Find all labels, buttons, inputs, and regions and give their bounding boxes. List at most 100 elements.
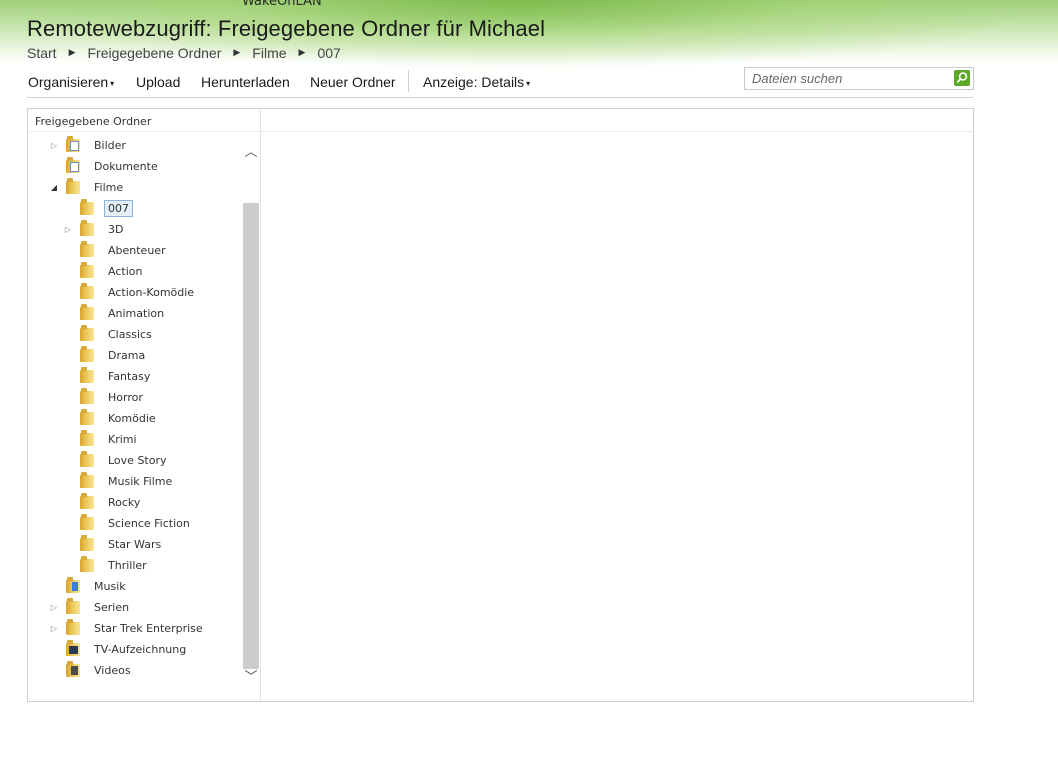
tree-item[interactable]: TV-Aufzeichnung bbox=[50, 639, 190, 659]
tree-item[interactable]: Classics bbox=[64, 324, 156, 344]
tree-item[interactable]: ▷ Serien bbox=[50, 597, 133, 617]
tree-item[interactable]: Krimi bbox=[64, 429, 141, 449]
tree-item-label: Love Story bbox=[108, 453, 167, 467]
breadcrumb-start[interactable]: Start bbox=[27, 45, 57, 61]
folder-panel: Freigegebene Ordner ▷ Bilder Dokumente ◢ Fil… bbox=[27, 108, 974, 702]
tree-item[interactable]: Animation bbox=[64, 303, 168, 323]
folder-icon bbox=[80, 387, 94, 404]
folder-icon bbox=[80, 219, 94, 236]
tree-item[interactable]: ▷ Bilder bbox=[50, 135, 130, 155]
tree-item-label: Rocky bbox=[108, 495, 141, 509]
tree-item[interactable]: Action bbox=[64, 261, 146, 281]
tree-item-label: Serien bbox=[94, 600, 130, 614]
tree-item[interactable]: 007 bbox=[64, 198, 133, 218]
new-folder-button[interactable]: Neuer Ordner bbox=[310, 74, 396, 90]
folder-icon bbox=[80, 198, 94, 215]
breadcrumb-separator-icon: ▶ bbox=[298, 46, 306, 57]
breadcrumb-current: 007 bbox=[317, 45, 341, 61]
folder-icon bbox=[66, 597, 80, 614]
folder-icon bbox=[66, 177, 80, 194]
tree-item-label: Dokumente bbox=[94, 159, 158, 173]
file-list-area[interactable] bbox=[261, 132, 973, 701]
folder-icon bbox=[80, 513, 94, 530]
search-input[interactable] bbox=[745, 68, 952, 89]
download-button[interactable]: Herunterladen bbox=[201, 74, 290, 90]
tree-item-label: Musik bbox=[94, 579, 126, 593]
tree-item[interactable]: Rocky bbox=[64, 492, 144, 512]
scroll-down-icon[interactable]: ﹀ bbox=[243, 670, 259, 686]
tree-item-label: Filme bbox=[94, 180, 124, 194]
tree-item-label: Videos bbox=[94, 663, 131, 677]
tree-item-label: Fantasy bbox=[108, 369, 151, 383]
tree-item-label: Science Fiction bbox=[108, 516, 190, 530]
folder-icon bbox=[80, 429, 94, 446]
tree-item-label: Classics bbox=[108, 327, 152, 341]
tree-item[interactable]: Komödie bbox=[64, 408, 160, 428]
folder-tree-pane: Freigegebene Ordner ▷ Bilder Dokumente ◢ Fil… bbox=[28, 109, 261, 701]
tree-item-label: Drama bbox=[108, 348, 146, 362]
tree-item[interactable]: Abenteuer bbox=[64, 240, 170, 260]
folder-icon bbox=[80, 534, 94, 551]
tree-item[interactable]: Action-Komödie bbox=[64, 282, 198, 302]
tree-item-label: 007 bbox=[104, 199, 133, 217]
expand-arrow-icon[interactable]: ▷ bbox=[64, 225, 72, 234]
tree-item-label: Krimi bbox=[108, 432, 137, 446]
organize-button[interactable]: Organisieren ▾ bbox=[28, 74, 114, 90]
tree-item-label: Horror bbox=[108, 390, 143, 404]
folder-icon bbox=[80, 450, 94, 467]
upload-button[interactable]: Upload bbox=[136, 74, 180, 90]
folder-icon bbox=[80, 240, 94, 257]
tree-item[interactable]: Love Story bbox=[64, 450, 171, 470]
tree-item-label: Star Trek Enterprise bbox=[94, 621, 203, 635]
tree-item-label: Bilder bbox=[94, 138, 126, 152]
folder-icon bbox=[80, 324, 94, 341]
tree-item[interactable]: ◢ Filme bbox=[50, 177, 127, 197]
file-list-header bbox=[261, 109, 973, 131]
tree-item-label: Action-Komödie bbox=[108, 285, 195, 299]
folder-icon bbox=[66, 618, 80, 635]
tree-item[interactable]: Dokumente bbox=[50, 156, 162, 176]
folder-icon bbox=[80, 345, 94, 362]
tree-item[interactable]: Musik bbox=[50, 576, 130, 596]
tree-item-label: 3D bbox=[108, 222, 124, 236]
tree-scrollbar[interactable]: ︿ ﹀ bbox=[243, 135, 259, 695]
tree-item[interactable]: Musik Filme bbox=[64, 471, 176, 491]
tree-item[interactable]: Fantasy bbox=[64, 366, 154, 386]
tree-item[interactable]: Horror bbox=[64, 387, 147, 407]
tree-item-label: Musik Filme bbox=[108, 474, 173, 488]
tree-item-label: Animation bbox=[108, 306, 165, 320]
tree-item[interactable]: ▷ 3D bbox=[64, 219, 127, 239]
app-label: WakeOnLAN bbox=[242, 0, 322, 9]
tree-item[interactable]: Videos bbox=[50, 660, 135, 680]
folder-icon bbox=[80, 303, 94, 320]
tree-item[interactable]: Star Wars bbox=[64, 534, 165, 554]
tree-item-label: Komödie bbox=[108, 411, 156, 425]
scroll-thumb[interactable] bbox=[243, 203, 259, 669]
tree-item[interactable]: ▷ Star Trek Enterprise bbox=[50, 618, 207, 638]
tree-item[interactable]: Drama bbox=[64, 345, 149, 365]
scroll-up-icon[interactable]: ︿ bbox=[243, 145, 259, 161]
breadcrumb-shared-folders[interactable]: Freigegebene Ordner bbox=[88, 45, 222, 61]
tree-item[interactable]: Thriller bbox=[64, 555, 151, 575]
tree-header: Freigegebene Ordner bbox=[35, 115, 152, 128]
documents-folder-icon bbox=[66, 156, 80, 173]
view-button[interactable]: Anzeige: Details ▾ bbox=[423, 74, 530, 90]
organize-label: Organisieren bbox=[28, 74, 109, 90]
tree-item[interactable]: Science Fiction bbox=[64, 513, 194, 533]
tv-folder-icon bbox=[66, 639, 80, 656]
tree-item-label: Action bbox=[108, 264, 143, 278]
folder-icon bbox=[80, 555, 94, 572]
breadcrumb-separator-icon: ▶ bbox=[233, 46, 241, 57]
search-icon[interactable] bbox=[954, 70, 970, 86]
expand-arrow-icon[interactable]: ▷ bbox=[50, 141, 58, 150]
music-folder-icon bbox=[66, 576, 80, 593]
expand-arrow-icon[interactable]: ▷ bbox=[50, 603, 58, 612]
collapse-arrow-icon[interactable]: ◢ bbox=[50, 183, 58, 192]
folder-icon bbox=[80, 366, 94, 383]
breadcrumb-filme[interactable]: Filme bbox=[252, 45, 286, 61]
view-caret-icon: ▾ bbox=[526, 79, 531, 88]
tree-item-label: Abenteuer bbox=[108, 243, 166, 257]
breadcrumb: Start ▶ Freigegebene Ordner ▶ Filme ▶ 00… bbox=[27, 45, 341, 61]
expand-arrow-icon[interactable]: ▷ bbox=[50, 624, 58, 633]
view-label: Anzeige: Details bbox=[423, 74, 525, 90]
